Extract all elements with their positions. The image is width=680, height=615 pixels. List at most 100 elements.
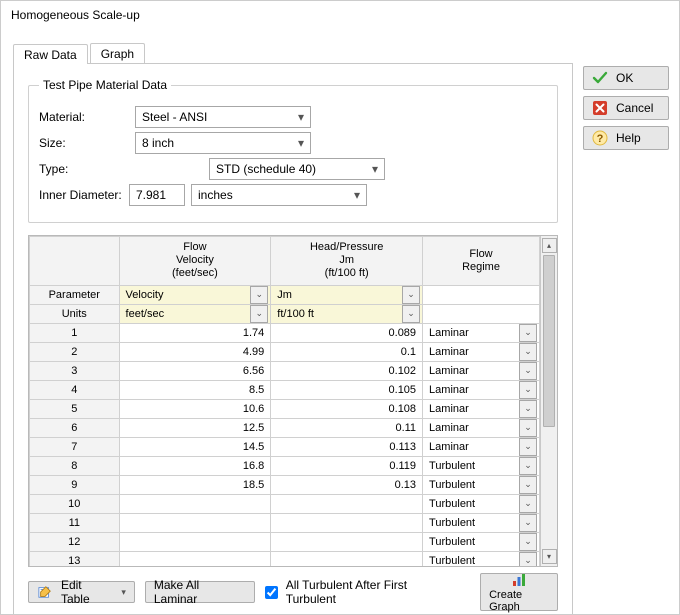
grid-units-flow[interactable]: feet/sec⌄ (119, 304, 271, 323)
table-row: 10 Turbulent⌄ (30, 494, 540, 513)
grid-row-index: 2 (30, 342, 120, 361)
grid-scrollbar[interactable]: ▴ ▾ (540, 236, 557, 566)
grid-cell-flow[interactable] (119, 532, 271, 551)
inner-diameter-input[interactable] (129, 184, 185, 206)
grid-cell-head[interactable]: 0.1 (271, 342, 423, 361)
chevron-down-icon[interactable]: ⌄ (519, 552, 537, 566)
chevron-down-icon[interactable]: ⌄ (402, 286, 420, 304)
chevron-down-icon[interactable]: ⌄ (519, 533, 537, 551)
grid-units-head[interactable]: ft/100 ft⌄ (271, 304, 423, 323)
grid-cell-flow[interactable]: 10.6 (119, 399, 271, 418)
chevron-down-icon[interactable]: ⌄ (250, 286, 268, 304)
table-row: 612.50.11Laminar⌄ (30, 418, 540, 437)
cancel-button[interactable]: Cancel (583, 96, 669, 120)
grid-cell-regime[interactable]: Laminar⌄ (423, 399, 540, 418)
scroll-up-icon[interactable]: ▴ (542, 238, 557, 253)
table-row: 11Turbulent⌄ (30, 513, 540, 532)
grid-cell-head[interactable] (271, 551, 423, 566)
grid-row-index: 7 (30, 437, 120, 456)
grid-cell-regime[interactable]: Turbulent⌄ (423, 475, 540, 494)
grid-cell-regime[interactable]: Laminar⌄ (423, 361, 540, 380)
grid-cell-regime[interactable]: Laminar⌄ (423, 323, 540, 342)
grid-cell-head[interactable]: 0.11 (271, 418, 423, 437)
grid-cell-flow[interactable]: 1.74 (119, 323, 271, 342)
tab-panel-raw-data: Test Pipe Material Data Material: Steel … (13, 64, 573, 615)
grid-cell-head[interactable]: 0.119 (271, 456, 423, 475)
grid-cell-head[interactable] (271, 532, 423, 551)
grid-rowhdr-units: Units (30, 304, 120, 323)
table-row: 12Turbulent⌄ (30, 532, 540, 551)
grid-cell-head[interactable]: 0.113 (271, 437, 423, 456)
chevron-down-icon[interactable]: ⌄ (250, 305, 268, 323)
grid-cell-flow[interactable]: 16.8 (119, 456, 271, 475)
size-label: Size: (39, 136, 135, 150)
chevron-down-icon[interactable]: ⌄ (519, 514, 537, 532)
type-select[interactable]: STD (schedule 40) ▾ (209, 158, 385, 180)
grid-cell-regime[interactable]: Turbulent⌄ (423, 494, 540, 513)
chevron-down-icon[interactable]: ⌄ (402, 305, 420, 323)
grid-cell-head[interactable]: 0.13 (271, 475, 423, 494)
grid-cell-flow[interactable]: 4.99 (119, 342, 271, 361)
table-row: 11.740.089Laminar⌄ (30, 323, 540, 342)
grid-row-index: 3 (30, 361, 120, 380)
chevron-down-icon[interactable]: ⌄ (519, 324, 537, 342)
table-row: 714.50.113Laminar⌄ (30, 437, 540, 456)
tab-graph[interactable]: Graph (90, 43, 145, 63)
grid-cell-head[interactable]: 0.108 (271, 399, 423, 418)
scroll-track[interactable] (541, 253, 557, 549)
size-select[interactable]: 8 inch ▾ (135, 132, 311, 154)
make-all-laminar-button[interactable]: Make All Laminar (145, 581, 255, 603)
edit-table-button[interactable]: Edit Table ▾ (28, 581, 135, 603)
chevron-down-icon[interactable]: ⌄ (519, 438, 537, 456)
ok-button[interactable]: OK (583, 66, 669, 90)
grid-row-index: 9 (30, 475, 120, 494)
all-turbulent-checkbox-input[interactable] (265, 586, 278, 599)
grid-cell-flow[interactable] (119, 494, 271, 513)
grid-cell-regime[interactable]: Laminar⌄ (423, 380, 540, 399)
grid-parameter-head[interactable]: Jm⌄ (271, 285, 423, 304)
scroll-down-icon[interactable]: ▾ (542, 549, 557, 564)
chevron-down-icon[interactable]: ⌄ (519, 419, 537, 437)
chevron-down-icon[interactable]: ⌄ (519, 343, 537, 361)
grid-cell-flow[interactable]: 12.5 (119, 418, 271, 437)
grid-cell-head[interactable]: 0.089 (271, 323, 423, 342)
grid-cell-flow[interactable]: 8.5 (119, 380, 271, 399)
grid-cell-flow[interactable]: 6.56 (119, 361, 271, 380)
grid-cell-regime[interactable]: Laminar⌄ (423, 342, 540, 361)
all-turbulent-checkbox[interactable]: All Turbulent After First Turbulent (265, 578, 460, 606)
grid-cell-head[interactable]: 0.102 (271, 361, 423, 380)
chevron-down-icon[interactable]: ⌄ (519, 495, 537, 513)
material-select[interactable]: Steel - ANSI ▾ (135, 106, 311, 128)
grid-row-index: 10 (30, 494, 120, 513)
chevron-down-icon[interactable]: ⌄ (519, 400, 537, 418)
chevron-down-icon[interactable]: ⌄ (519, 362, 537, 380)
grid-cell-head[interactable] (271, 513, 423, 532)
grid-cell-regime[interactable]: Laminar⌄ (423, 418, 540, 437)
grid-cell-regime[interactable]: Turbulent⌄ (423, 551, 540, 566)
grid-cell-regime[interactable]: Turbulent⌄ (423, 456, 540, 475)
svg-text:?: ? (597, 133, 604, 145)
create-graph-button[interactable]: Create Graph (480, 573, 558, 611)
grid-cell-regime[interactable]: Laminar⌄ (423, 437, 540, 456)
grid-cell-regime[interactable]: Turbulent⌄ (423, 513, 540, 532)
help-button[interactable]: ? Help (583, 126, 669, 150)
chevron-down-icon[interactable]: ⌄ (519, 381, 537, 399)
help-label: Help (616, 131, 641, 145)
chevron-down-icon: ▾ (354, 185, 360, 205)
grid-cell-flow[interactable] (119, 551, 271, 566)
chevron-down-icon[interactable]: ⌄ (519, 476, 537, 494)
inner-diameter-units-select[interactable]: inches ▾ (191, 184, 367, 206)
grid-units-regime (423, 304, 540, 323)
data-grid-table[interactable]: Flow Velocity (feet/sec) Head/Pressure J… (29, 236, 540, 566)
grid-cell-head[interactable] (271, 494, 423, 513)
grid-cell-flow[interactable]: 18.5 (119, 475, 271, 494)
grid-cell-flow[interactable] (119, 513, 271, 532)
grid-parameter-flow[interactable]: Velocity⌄ (119, 285, 271, 304)
grid-cell-head[interactable]: 0.105 (271, 380, 423, 399)
chevron-down-icon[interactable]: ⌄ (519, 457, 537, 475)
grid-cell-regime[interactable]: Turbulent⌄ (423, 532, 540, 551)
tab-raw-data[interactable]: Raw Data (13, 44, 88, 64)
scroll-thumb[interactable] (543, 255, 555, 427)
grid-cell-flow[interactable]: 14.5 (119, 437, 271, 456)
col-header-head: Head/Pressure Jm (ft/100 ft) (271, 237, 423, 286)
